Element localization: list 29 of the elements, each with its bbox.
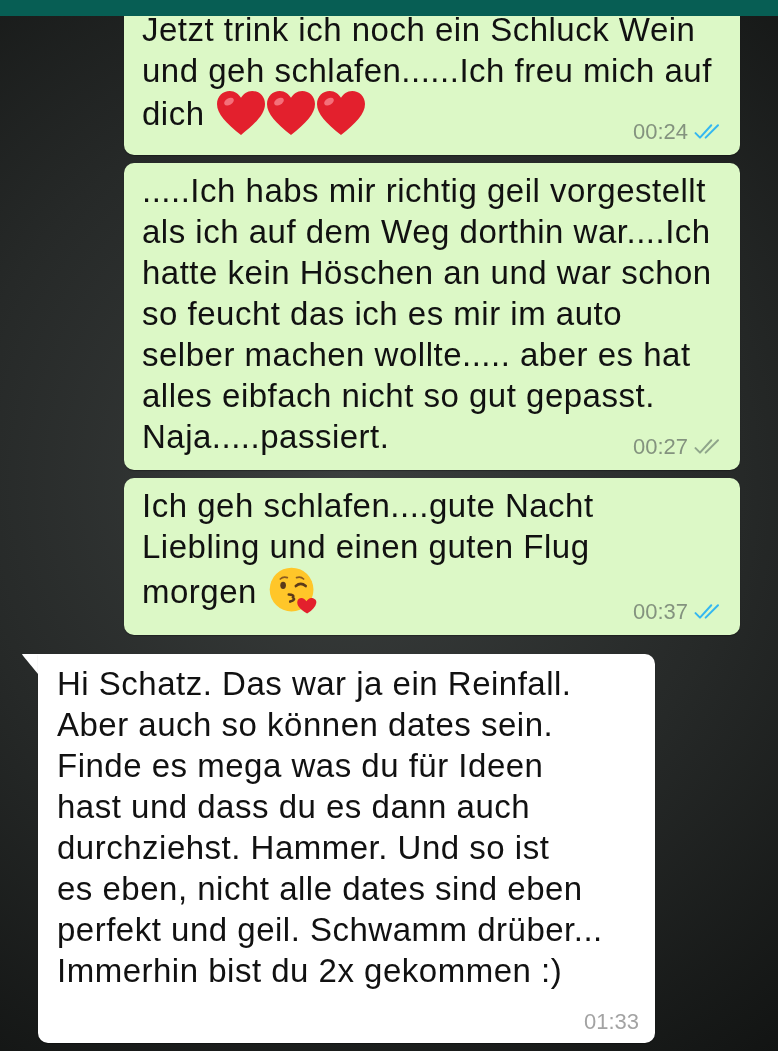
kissing-face-icon <box>268 567 317 615</box>
message-time: 00:37 <box>632 600 688 624</box>
message-text: Liebling und einen guten Flug <box>142 527 590 567</box>
message-text: es eben, nicht alle dates sind eben <box>57 869 583 909</box>
message-text: als ich auf dem Weg dorthin war....Ich <box>142 212 711 252</box>
message-text: durchziehst. Hammer. Und so ist <box>57 828 550 868</box>
message-text: und geh schlafen......Ich freu mich auf <box>142 51 712 91</box>
message-text: hast und dass du es dann auch <box>57 787 531 827</box>
message-text: Hi Schatz. Das war ja ein Reinfall. <box>57 664 572 704</box>
message-text: Naja.....passiert. <box>142 417 390 457</box>
message-time: 01:33 <box>583 1010 639 1034</box>
message-text: morgen <box>142 571 257 612</box>
message-text: selber machen wollte..... aber es hat <box>142 335 691 375</box>
message-text: Immerhin bist du 2x gekommen :) <box>57 951 563 991</box>
message-time: 00:27 <box>632 435 688 459</box>
heart-icon <box>266 91 315 135</box>
message-text: Finde es mega was du für Ideen <box>57 746 544 786</box>
message-time: 00:24 <box>632 120 688 144</box>
message-text: Aber auch so können dates sein. <box>57 705 554 745</box>
message-text: dich <box>142 93 205 134</box>
heart-icon <box>316 91 365 135</box>
message-text: alles eibfach nicht so gut gepasst. <box>142 376 655 416</box>
message-text: .....Ich habs mir richtig geil vorgestellt <box>142 171 706 211</box>
message-text: hatte kein Höschen an und war schon <box>142 253 712 293</box>
heart-icon <box>216 91 265 135</box>
message-text: Jetzt trink ich noch ein Schluck Wein <box>142 16 696 50</box>
message-text: Ich geh schlafen....gute Nacht <box>142 486 594 526</box>
message-text: perfekt und geil. Schwamm drüber... <box>57 910 603 950</box>
message-text: so feucht das ich es mir im auto <box>142 294 623 334</box>
